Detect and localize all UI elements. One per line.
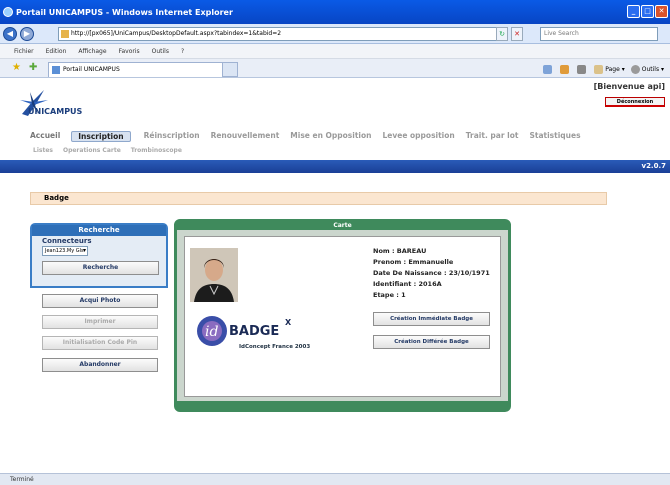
menu-help[interactable]: ?	[181, 48, 184, 55]
badge-card: Nom : BAREAU Prenom : Emmanuelle Date De…	[184, 236, 501, 397]
acqui-photo-button[interactable]: Acqui Photo	[42, 294, 158, 308]
address-buttons: ↻ ✕	[496, 27, 523, 41]
tab-portail[interactable]: Portail UNICAMPUS	[48, 62, 238, 77]
nav-operations-carte[interactable]: Operations Carte	[63, 147, 121, 154]
close-button[interactable]: ✕	[655, 5, 668, 18]
url-input[interactable]: http://[px065]/UniCampus/DesktopDefault.…	[58, 27, 508, 41]
minimize-button[interactable]: _	[627, 5, 640, 18]
version-bar: v2.0.7	[0, 160, 670, 173]
badge-caption: IdConcept France 2003	[239, 344, 311, 350]
connectors-label: Connecteurs	[42, 237, 92, 245]
home-icon[interactable]	[543, 64, 554, 74]
refresh-icon[interactable]: ↻	[496, 27, 508, 41]
info-nom: Nom : BAREAU	[373, 247, 427, 255]
nav-listes[interactable]: Listes	[33, 147, 53, 154]
menu-outils[interactable]: Outils	[152, 48, 169, 55]
version-text: v2.0.7	[641, 162, 667, 170]
print-button[interactable]: Imprimer	[42, 315, 158, 329]
maximize-button[interactable]: □	[641, 5, 654, 18]
nav-levee-opposition[interactable]: Levee opposition	[382, 131, 454, 142]
svg-text:id: id	[205, 324, 218, 340]
idconcept-logo-icon: id	[197, 316, 227, 346]
create-immediate-badge-button[interactable]: Création Immédiate Badge	[373, 312, 490, 326]
live-search-input[interactable]: Live Search	[540, 27, 658, 41]
url-text: http://[px065]/UniCampus/DesktopDefault.…	[71, 30, 282, 37]
search-button[interactable]: Recherche	[42, 261, 159, 275]
nav-reinscription[interactable]: Réinscription	[144, 131, 200, 142]
forward-button[interactable]: ▶	[20, 27, 34, 41]
page-icon	[61, 30, 69, 38]
feeds-icon[interactable]	[560, 64, 571, 74]
command-bar: Page ▾ Outils ▾	[543, 62, 664, 76]
secondary-nav: Listes Operations Carte Trombinoscope	[33, 147, 192, 154]
logo-text: UNICAMPUS	[28, 107, 83, 116]
page-menu[interactable]: Page ▾	[594, 64, 625, 74]
page-content: UNICAMPUS [Bienvenue api] Déconnexion Ac…	[0, 78, 670, 473]
abandon-button[interactable]: Abandonner	[42, 358, 158, 372]
nav-statistiques[interactable]: Statistiques	[529, 131, 580, 142]
menu-bar: Fichier Edition Affichage Favoris Outils…	[0, 44, 670, 59]
window-titlebar: Portail UNICAMPUS - Windows Internet Exp…	[0, 0, 670, 24]
init-pin-button[interactable]: Initialisation Code Pin	[42, 336, 158, 350]
print-icon[interactable]	[577, 64, 588, 74]
section-title: Badge	[30, 192, 607, 205]
favorites-star-icon[interactable]: ★	[12, 63, 21, 73]
carte-title: Carte	[177, 222, 508, 230]
search-panel-title: Recherche	[32, 225, 166, 236]
nav-mise-en-opposition[interactable]: Mise en Opposition	[290, 131, 371, 142]
student-photo	[190, 248, 238, 302]
address-bar: ◀ ▶ http://[px065]/UniCampus/DesktopDefa…	[0, 24, 670, 44]
search-panel: Recherche Connecteurs Jean123.My Gls Rec…	[30, 223, 168, 288]
menu-fichier[interactable]: Fichier	[14, 48, 34, 55]
connectors-select[interactable]: Jean123.My Gls	[42, 246, 88, 256]
menu-favoris[interactable]: Favoris	[119, 48, 140, 55]
ie-icon	[3, 7, 13, 17]
tools-menu[interactable]: Outils ▾	[630, 64, 664, 74]
nav-trait-par-lot[interactable]: Trait. par lot	[466, 131, 519, 142]
status-text: Terminé	[10, 476, 34, 483]
nav-renouvellement[interactable]: Renouvellement	[211, 131, 280, 142]
info-prenom: Prenom : Emmanuelle	[373, 258, 454, 266]
tab-title: Portail UNICAMPUS	[63, 66, 120, 73]
window-controls: _ □ ✕	[627, 5, 668, 18]
menu-edition[interactable]: Edition	[46, 48, 67, 55]
disconnect-button[interactable]: Déconnexion	[605, 97, 665, 107]
primary-nav: Accueil Inscription Réinscription Renouv…	[30, 131, 592, 142]
badge-logo-text: BADGE	[229, 324, 280, 339]
info-identifiant: Identifiant : 2016A	[373, 280, 442, 288]
window-title: Portail UNICAMPUS - Windows Internet Exp…	[16, 7, 233, 17]
welcome-text: [Bienvenue api]	[593, 82, 665, 91]
new-tab-button[interactable]	[222, 62, 238, 77]
badge-logo-sup: X	[285, 318, 292, 327]
tab-bar: ★ ✚ Portail UNICAMPUS Page ▾ Outils ▾	[0, 59, 670, 78]
person-photo-icon	[190, 248, 238, 302]
status-bar: Terminé	[0, 473, 670, 485]
back-button[interactable]: ◀	[3, 27, 17, 41]
add-favorite-icon[interactable]: ✚	[29, 63, 37, 73]
menu-affichage[interactable]: Affichage	[78, 48, 106, 55]
carte-footer	[177, 401, 508, 409]
info-etape: Etape : 1	[373, 291, 406, 299]
tab-page-icon	[52, 66, 60, 74]
nav-accueil[interactable]: Accueil	[30, 131, 60, 142]
nav-trombinoscope[interactable]: Trombinoscope	[131, 147, 182, 154]
create-deferred-badge-button[interactable]: Création Différée Badge	[373, 335, 490, 349]
carte-panel: Carte Nom : BAREAU Prenom : Emmanuelle D…	[174, 219, 511, 412]
info-naissance: Date De Naissance : 23/10/1971	[373, 269, 490, 277]
nav-inscription[interactable]: Inscription	[71, 131, 131, 142]
stop-icon[interactable]: ✕	[511, 27, 523, 41]
